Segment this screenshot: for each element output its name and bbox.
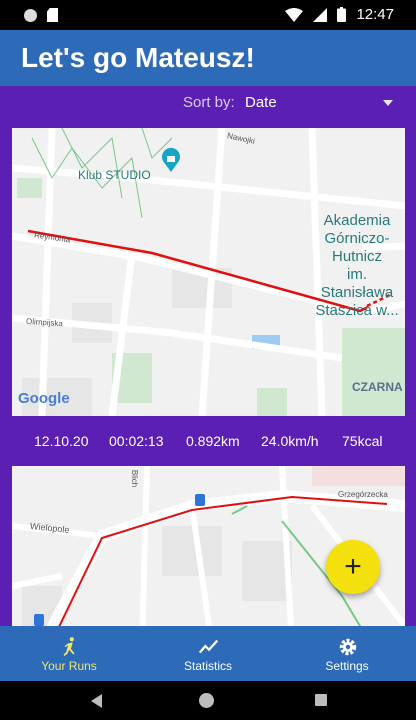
nav-label: Settings — [325, 659, 369, 673]
clock: 12:47 — [356, 6, 394, 23]
nav-label: Your Runs — [41, 659, 97, 673]
bottom-navigation: Your Runs Statistics Settings — [0, 626, 416, 681]
academy-line: im. Stanisława — [320, 266, 394, 301]
google-logo: Google — [18, 390, 70, 407]
home-icon[interactable] — [199, 693, 214, 708]
page-title: Let's go Mateusz! — [21, 42, 255, 73]
run-distance: 0.892km — [186, 433, 240, 449]
system-navigation-bar — [0, 681, 416, 720]
signal-icon — [313, 7, 328, 22]
run-speed: 24.0km/h — [261, 433, 319, 449]
sort-label: Sort by: — [183, 94, 235, 111]
run-date: 12.10.20 — [34, 433, 89, 449]
academy-line: Górniczo-Hutnicz — [324, 230, 390, 265]
chart-line-icon — [198, 639, 219, 654]
notification-dot-icon — [24, 8, 37, 22]
academy-line: Staszica w... — [315, 302, 399, 319]
district-label-czarna: CZARNA — [352, 380, 403, 394]
back-icon[interactable] — [91, 694, 102, 708]
sort-value[interactable]: Date — [245, 94, 277, 111]
battery-icon — [337, 7, 347, 22]
app-bar: Let's go Mateusz! — [0, 30, 416, 86]
wifi-icon — [285, 7, 304, 22]
nav-item-statistics[interactable]: Statistics — [139, 626, 277, 681]
academy-line: Akademia — [323, 212, 391, 229]
nav-item-settings[interactable]: Settings — [278, 626, 416, 681]
place-label-klub: Klub STUDIO — [78, 168, 151, 182]
sort-dropdown[interactable]: Sort by: Date — [0, 86, 416, 122]
status-bar: 12:47 — [0, 0, 416, 30]
run-duration: 00:02:13 — [109, 433, 164, 449]
run-map-card[interactable]: Klub STUDIO Akademia Górniczo-Hutnicz im… — [12, 128, 405, 416]
nav-label: Statistics — [183, 659, 232, 673]
gear-icon — [339, 638, 357, 656]
run-stats-row[interactable]: 12.10.20 00:02:13 0.892km 24.0km/h 75kca… — [0, 429, 416, 455]
sd-card-icon — [47, 8, 58, 22]
dropdown-arrow-icon[interactable] — [383, 100, 393, 106]
recent-apps-icon[interactable] — [315, 694, 327, 706]
street-label-grzegorzecka: Grzegórzecka — [338, 490, 388, 499]
runner-icon — [63, 637, 75, 657]
academy-label: Akademia Górniczo-Hutnicz im. Stanisława… — [309, 212, 405, 320]
nav-item-your-runs[interactable]: Your Runs — [0, 626, 138, 681]
street-label-blich: Blich — [130, 469, 140, 488]
add-run-button[interactable]: + — [326, 540, 380, 594]
run-calories: 75kcal — [342, 433, 383, 449]
